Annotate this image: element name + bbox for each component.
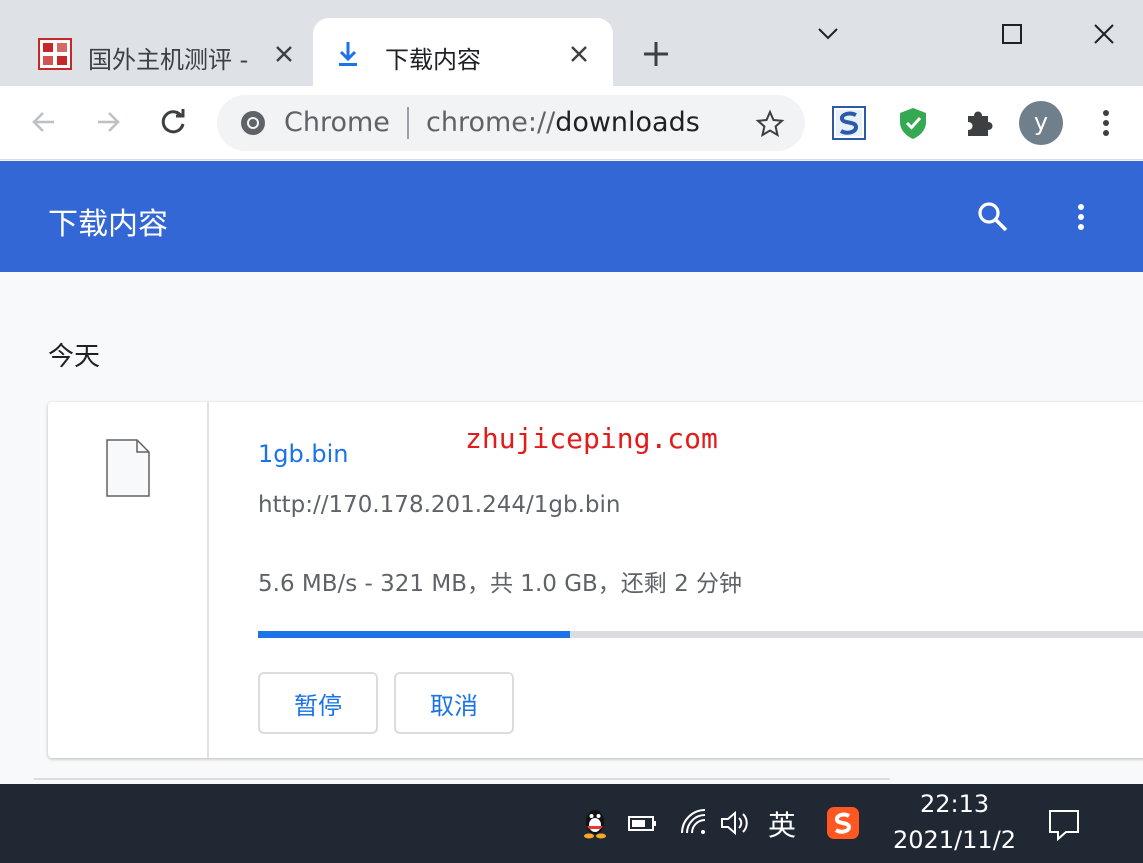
- download-status: 5.6 MB/s - 321 MB，共 1.0 GB，还剩 2 分钟: [258, 571, 743, 597]
- file-url[interactable]: http://170.178.201.244/1gb.bin: [258, 492, 620, 518]
- pause-button[interactable]: 暂停: [258, 672, 378, 734]
- file-icon-panel: [48, 402, 209, 758]
- divider: [407, 107, 409, 139]
- tab-title: 国外主机测评 -: [88, 46, 249, 74]
- progress-bar: [258, 631, 1143, 638]
- address-bar[interactable]: Chrome chrome://downloads: [217, 95, 805, 151]
- site-label: Chrome: [284, 107, 390, 138]
- taskbar: 英 22:13 2021/11/2: [0, 784, 1143, 863]
- tab-title: 下载内容: [385, 46, 481, 74]
- avatar[interactable]: y: [1019, 101, 1063, 145]
- site-seal-icon: [38, 38, 72, 70]
- shield-check-icon[interactable]: [896, 106, 930, 140]
- url-scheme: chrome://: [426, 107, 556, 138]
- url-text: chrome://downloads: [426, 107, 700, 138]
- close-icon[interactable]: [270, 40, 298, 68]
- divider: [34, 778, 890, 780]
- downloads-list: 今天 1gb.bin zhujiceping.com http://170.17…: [0, 272, 1143, 784]
- watermark: zhujiceping.com: [465, 422, 718, 455]
- progress-fill: [258, 631, 570, 638]
- downloads-header: 下载内容: [0, 161, 1143, 272]
- tab-strip: 国外主机测评 - 下载内容: [0, 0, 1143, 86]
- close-icon[interactable]: [565, 40, 593, 68]
- s-extension-icon[interactable]: [832, 106, 866, 140]
- chrome-window: 国外主机测评 - 下载内容 Chrome chrome://downloads …: [0, 0, 1143, 863]
- new-tab-button[interactable]: [638, 36, 674, 72]
- page-title: 下载内容: [48, 207, 168, 242]
- tab-downloads[interactable]: 下载内容: [313, 18, 613, 86]
- clock-time[interactable]: 22:13: [920, 790, 989, 818]
- ime-indicator[interactable]: 英: [768, 804, 796, 844]
- qq-penguin-icon[interactable]: [578, 806, 612, 840]
- toolbar: Chrome chrome://downloads y: [0, 86, 1143, 160]
- reload-icon[interactable]: [155, 104, 191, 140]
- window-close-icon[interactable]: [1084, 14, 1124, 54]
- battery-icon[interactable]: [626, 806, 660, 840]
- file-icon: [106, 439, 150, 497]
- url-host: downloads: [555, 107, 700, 138]
- forward-arrow-icon[interactable]: [90, 104, 126, 140]
- more-vert-icon[interactable]: [1092, 106, 1120, 140]
- more-vert-icon[interactable]: [1066, 199, 1096, 235]
- volume-icon[interactable]: [718, 806, 752, 840]
- date-group-label: 今天: [48, 342, 101, 372]
- chevron-down-icon[interactable]: [808, 14, 848, 54]
- file-name-link[interactable]: 1gb.bin: [258, 440, 348, 468]
- star-icon[interactable]: [755, 109, 785, 139]
- clock-date[interactable]: 2021/11/2: [893, 826, 1016, 854]
- chrome-logo-icon: [241, 111, 265, 135]
- sogou-icon[interactable]: [826, 806, 860, 840]
- cancel-button[interactable]: 取消: [394, 672, 514, 734]
- maximize-icon[interactable]: [992, 14, 1032, 54]
- notification-icon[interactable]: [1046, 806, 1082, 842]
- puzzle-icon[interactable]: [962, 106, 996, 140]
- download-icon: [339, 42, 357, 66]
- wifi-icon[interactable]: [678, 806, 712, 840]
- search-icon[interactable]: [975, 199, 1011, 235]
- download-item: 1gb.bin zhujiceping.com http://170.178.2…: [48, 402, 1143, 758]
- tab-zhujiceping[interactable]: 国外主机测评 -: [20, 18, 310, 86]
- back-arrow-icon[interactable]: [26, 104, 62, 140]
